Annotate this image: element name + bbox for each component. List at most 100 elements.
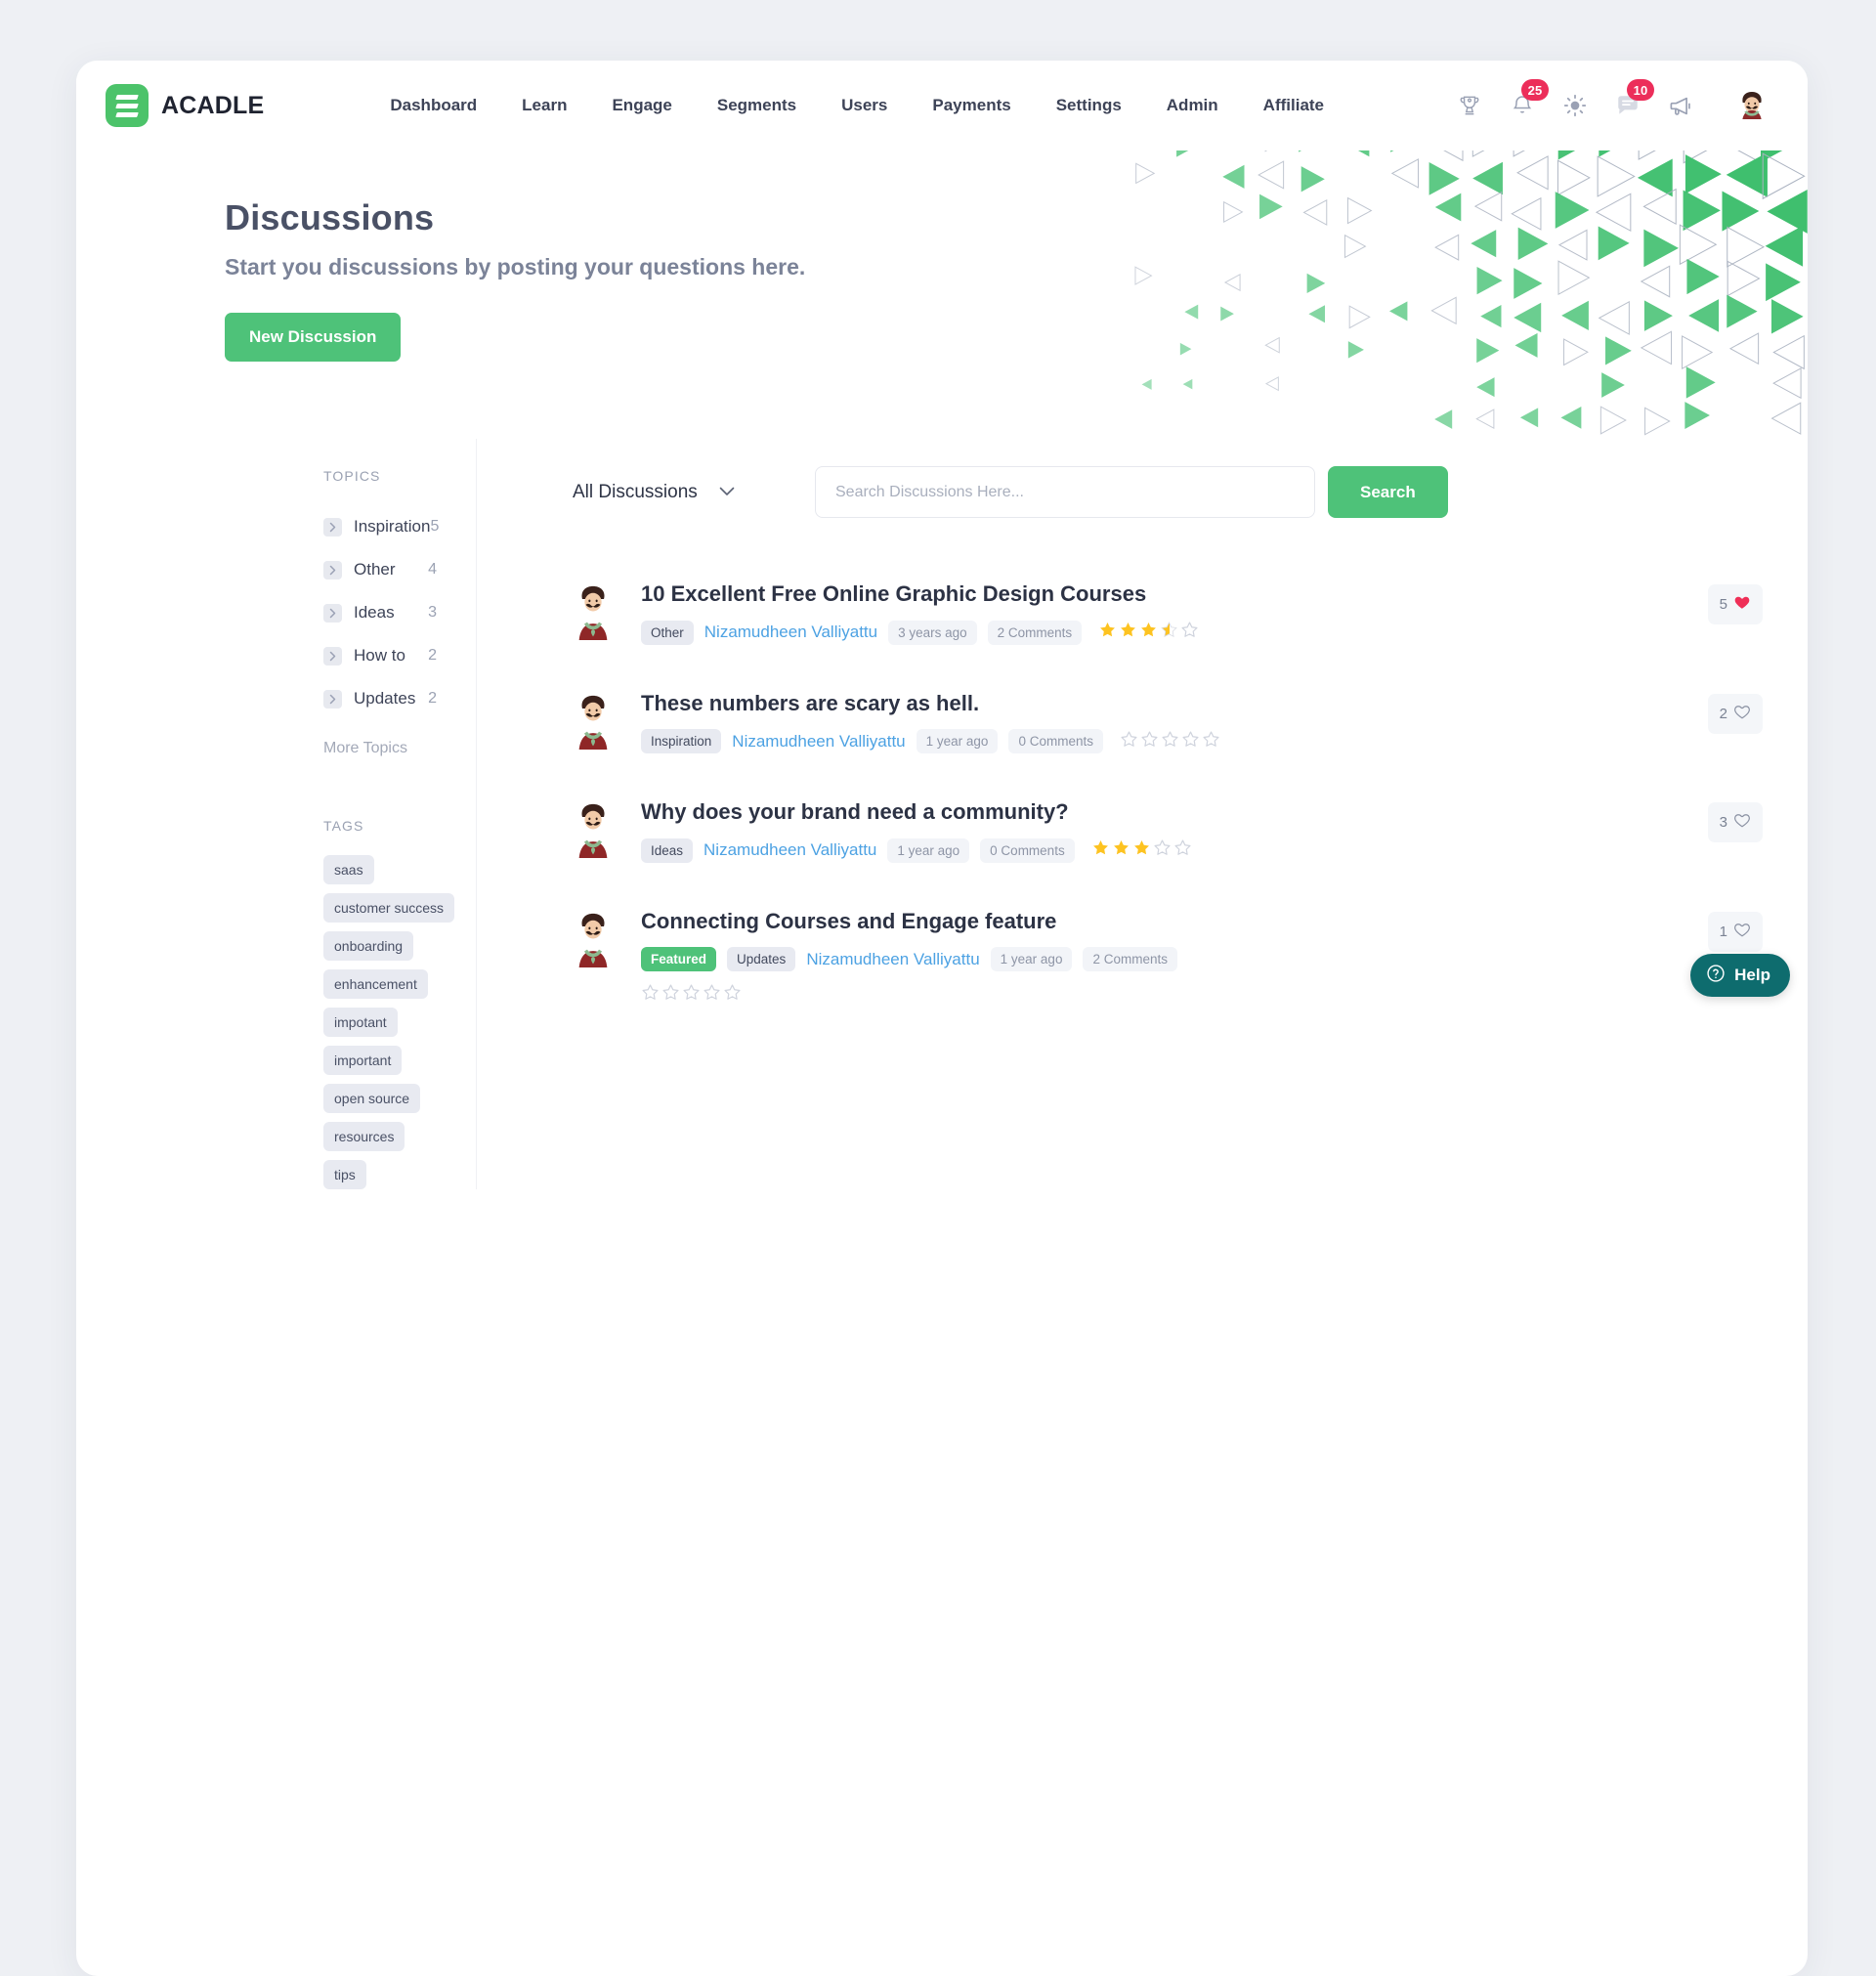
brand-logo[interactable]: ACADLE bbox=[106, 84, 264, 127]
star-icon[interactable] bbox=[1161, 730, 1179, 753]
like-button[interactable]: 3 bbox=[1708, 802, 1763, 842]
author-link[interactable]: Nizamudheen Valliyattu bbox=[704, 623, 877, 642]
chevron-right-icon bbox=[323, 647, 342, 666]
heart-icon bbox=[1733, 703, 1751, 725]
star-icon[interactable] bbox=[682, 983, 701, 1007]
sidebar-topic-inspiration[interactable]: Inspiration5 bbox=[323, 505, 437, 548]
star-icon[interactable] bbox=[1153, 838, 1172, 862]
new-discussion-button[interactable]: New Discussion bbox=[225, 313, 401, 362]
discussions-list: 10 Excellent Free Online Graphic Design … bbox=[571, 559, 1763, 1030]
star-icon[interactable] bbox=[1091, 838, 1110, 862]
comment-count[interactable]: 0 Comments bbox=[980, 838, 1075, 863]
sidebar-topic-ideas[interactable]: Ideas3 bbox=[323, 591, 437, 634]
trophy-icon[interactable] bbox=[1456, 92, 1483, 119]
discussion-meta: Inspiration Nizamudheen Valliyattu 1 year … bbox=[641, 729, 1690, 753]
star-icon[interactable] bbox=[1119, 621, 1137, 644]
avatar[interactable] bbox=[1731, 85, 1772, 126]
author-avatar bbox=[571, 582, 616, 643]
comment-count[interactable]: 0 Comments bbox=[1008, 729, 1103, 753]
topic-badge[interactable]: Inspiration bbox=[641, 729, 721, 753]
discussion-row[interactable]: Connecting Courses and Engage featureFea… bbox=[571, 886, 1763, 1031]
star-icon[interactable] bbox=[1181, 730, 1200, 753]
nav-item-segments[interactable]: Segments bbox=[695, 96, 819, 115]
rating-stars[interactable] bbox=[1120, 730, 1220, 753]
megaphone-icon[interactable] bbox=[1667, 92, 1694, 119]
topics-heading: TOPICS bbox=[323, 468, 437, 484]
discussion-title[interactable]: These numbers are scary as hell. bbox=[641, 690, 1690, 717]
discussion-row[interactable]: Why does your brand need a community? Ide… bbox=[571, 777, 1763, 886]
search-input[interactable] bbox=[815, 466, 1315, 518]
author-link[interactable]: Nizamudheen Valliyattu bbox=[806, 950, 979, 969]
author-link[interactable]: Nizamudheen Valliyattu bbox=[732, 732, 905, 752]
sidebar-topic-updates[interactable]: Updates2 bbox=[323, 677, 437, 720]
discussions-panel: All Discussions Search 10 Excellent Free… bbox=[477, 439, 1808, 1189]
chat-icon[interactable]: 10 bbox=[1614, 92, 1642, 119]
rating-stars[interactable] bbox=[1098, 621, 1199, 644]
nav-item-learn[interactable]: Learn bbox=[499, 96, 589, 115]
discussion-row[interactable]: 10 Excellent Free Online Graphic Design … bbox=[571, 559, 1763, 668]
nav-item-admin[interactable]: Admin bbox=[1144, 96, 1241, 115]
like-count: 5 bbox=[1720, 596, 1727, 613]
star-icon[interactable] bbox=[723, 983, 742, 1007]
search-button[interactable]: Search bbox=[1328, 466, 1448, 518]
topic-badge[interactable]: Other bbox=[641, 621, 694, 645]
star-icon[interactable] bbox=[1180, 621, 1199, 644]
comment-count[interactable]: 2 Comments bbox=[1083, 947, 1177, 971]
tag-chip[interactable]: saas bbox=[323, 855, 374, 884]
star-icon[interactable] bbox=[1173, 838, 1192, 862]
star-icon[interactable] bbox=[703, 983, 721, 1007]
author-link[interactable]: Nizamudheen Valliyattu bbox=[704, 840, 876, 860]
bell-icon[interactable]: 25 bbox=[1509, 92, 1536, 119]
nav-item-dashboard[interactable]: Dashboard bbox=[367, 96, 499, 115]
topic-badge[interactable]: Updates bbox=[727, 947, 795, 971]
nav-item-users[interactable]: Users bbox=[819, 96, 910, 115]
nav-item-payments[interactable]: Payments bbox=[910, 96, 1033, 115]
rating-stars[interactable] bbox=[1091, 838, 1192, 862]
star-icon[interactable] bbox=[661, 983, 680, 1007]
nav-item-engage[interactable]: Engage bbox=[589, 96, 694, 115]
like-button[interactable]: 1 bbox=[1708, 912, 1763, 952]
tag-chip[interactable]: resources bbox=[323, 1122, 405, 1151]
star-icon[interactable] bbox=[1160, 621, 1178, 644]
tag-chip[interactable]: tips bbox=[323, 1160, 366, 1189]
hero-banner: Discussions Start you discussions by pos… bbox=[76, 150, 1808, 439]
topic-label: How to bbox=[354, 646, 405, 666]
heart-icon bbox=[1733, 811, 1751, 834]
nav-item-settings[interactable]: Settings bbox=[1034, 96, 1144, 115]
like-button[interactable]: 2 bbox=[1708, 694, 1763, 734]
star-icon[interactable] bbox=[641, 983, 660, 1007]
timestamp: 1 year ago bbox=[917, 729, 999, 753]
star-icon[interactable] bbox=[1140, 730, 1159, 753]
like-count: 3 bbox=[1720, 814, 1727, 831]
tag-chip[interactable]: impotant bbox=[323, 1008, 398, 1037]
star-icon[interactable] bbox=[1132, 838, 1151, 862]
tag-chip[interactable]: enhancement bbox=[323, 969, 428, 999]
discussion-title[interactable]: 10 Excellent Free Online Graphic Design … bbox=[641, 580, 1690, 608]
discussion-row[interactable]: These numbers are scary as hell. Inspirat… bbox=[571, 668, 1763, 778]
tag-chip[interactable]: customer success bbox=[323, 893, 454, 923]
discussion-filter-dropdown[interactable]: All Discussions bbox=[571, 472, 815, 513]
discussion-title[interactable]: Why does your brand need a community? bbox=[641, 798, 1690, 826]
help-button[interactable]: Help bbox=[1690, 954, 1790, 997]
sidebar-topic-other[interactable]: Other4 bbox=[323, 548, 437, 591]
sun-icon[interactable] bbox=[1561, 92, 1589, 119]
rating-stars[interactable] bbox=[641, 983, 1690, 1007]
star-icon[interactable] bbox=[1139, 621, 1158, 644]
sidebar: TOPICS Inspiration5Other4Ideas3How to2Up… bbox=[76, 439, 477, 1189]
sidebar-topic-how-to[interactable]: How to2 bbox=[323, 634, 437, 677]
tag-chip[interactable]: important bbox=[323, 1046, 402, 1075]
star-icon[interactable] bbox=[1112, 838, 1130, 862]
tag-chip[interactable]: onboarding bbox=[323, 931, 413, 961]
star-icon[interactable] bbox=[1202, 730, 1220, 753]
like-button[interactable]: 5 bbox=[1708, 584, 1763, 624]
topic-badge[interactable]: Ideas bbox=[641, 838, 693, 863]
more-topics-link[interactable]: More Topics bbox=[323, 740, 437, 757]
chevron-down-icon bbox=[719, 484, 735, 501]
tag-chip[interactable]: open source bbox=[323, 1084, 420, 1113]
nav-item-affiliate[interactable]: Affiliate bbox=[1241, 96, 1346, 115]
discussion-title[interactable]: Connecting Courses and Engage feature bbox=[641, 908, 1690, 935]
topic-count: 5 bbox=[430, 518, 439, 536]
comment-count[interactable]: 2 Comments bbox=[988, 621, 1083, 645]
star-icon[interactable] bbox=[1120, 730, 1138, 753]
star-icon[interactable] bbox=[1098, 621, 1117, 644]
